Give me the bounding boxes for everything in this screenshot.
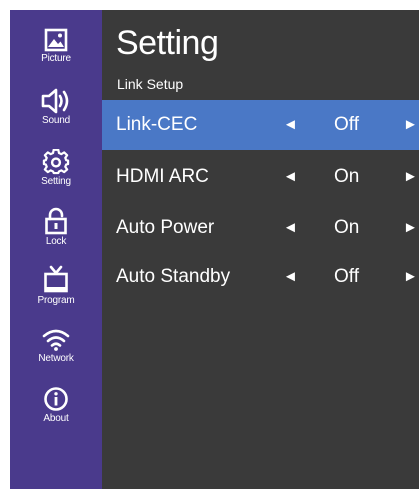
left-arrow-icon[interactable]: ◄ <box>283 219 298 236</box>
sidebar-item-label: Setting <box>41 176 71 187</box>
setting-row-auto-power[interactable]: Auto Power ◄ On ► <box>102 203 419 253</box>
sidebar-item-lock[interactable]: Lock <box>10 207 102 247</box>
setting-row-hdmi-arc[interactable]: HDMI ARC ◄ On ► <box>102 152 419 202</box>
sidebar-item-sound[interactable]: Sound <box>10 88 102 126</box>
left-arrow-icon[interactable]: ◄ <box>283 168 298 185</box>
gear-icon <box>42 149 70 175</box>
settings-panel: Setting Link Setup Link-CEC ◄ Off ► HDMI… <box>102 10 419 489</box>
lock-icon <box>45 207 67 235</box>
left-arrow-icon[interactable]: ◄ <box>283 268 298 285</box>
right-arrow-icon[interactable]: ► <box>403 168 418 185</box>
sidebar: Picture Sound Setting Lock Program Netwo… <box>10 10 102 489</box>
sidebar-item-program[interactable]: Program <box>10 264 102 306</box>
speaker-icon <box>41 88 69 114</box>
setting-value: Off <box>334 266 359 287</box>
sidebar-item-label: Program <box>37 295 75 306</box>
setting-label: Auto Standby <box>116 266 231 287</box>
sidebar-item-picture[interactable]: Picture <box>10 28 102 64</box>
page-title: Setting <box>116 24 219 62</box>
sidebar-item-network[interactable]: Network <box>10 328 102 364</box>
right-arrow-icon[interactable]: ► <box>403 116 418 133</box>
setting-value: On <box>334 166 360 187</box>
left-arrow-icon[interactable]: ◄ <box>283 116 298 133</box>
sidebar-item-label: Network <box>38 353 74 364</box>
sidebar-item-label: Sound <box>42 115 70 126</box>
right-arrow-icon[interactable]: ► <box>403 219 418 236</box>
right-arrow-icon[interactable]: ► <box>403 268 418 285</box>
setting-row-auto-standby[interactable]: Auto Standby ◄ Off ► <box>102 252 419 302</box>
setting-label: Auto Power <box>116 217 215 238</box>
sidebar-item-label: About <box>43 413 69 424</box>
setting-value: On <box>334 217 360 238</box>
sidebar-item-label: Picture <box>41 53 71 64</box>
tv-icon <box>44 265 68 293</box>
tv-menu-screen: Picture Sound Setting Lock Program Netwo… <box>10 10 419 489</box>
setting-label: Link-CEC <box>116 114 198 135</box>
section-subtitle: Link Setup <box>117 76 184 92</box>
setting-value: Off <box>334 114 359 135</box>
setting-label: HDMI ARC <box>116 166 209 187</box>
sidebar-item-label: Lock <box>45 236 67 247</box>
sidebar-item-setting[interactable]: Setting <box>10 149 102 187</box>
setting-row-link-cec[interactable]: Link-CEC ◄ Off ► <box>102 100 419 150</box>
sidebar-item-about[interactable]: About <box>10 386 102 424</box>
wifi-icon <box>42 329 70 351</box>
picture-icon <box>44 28 68 52</box>
info-icon <box>44 387 68 411</box>
